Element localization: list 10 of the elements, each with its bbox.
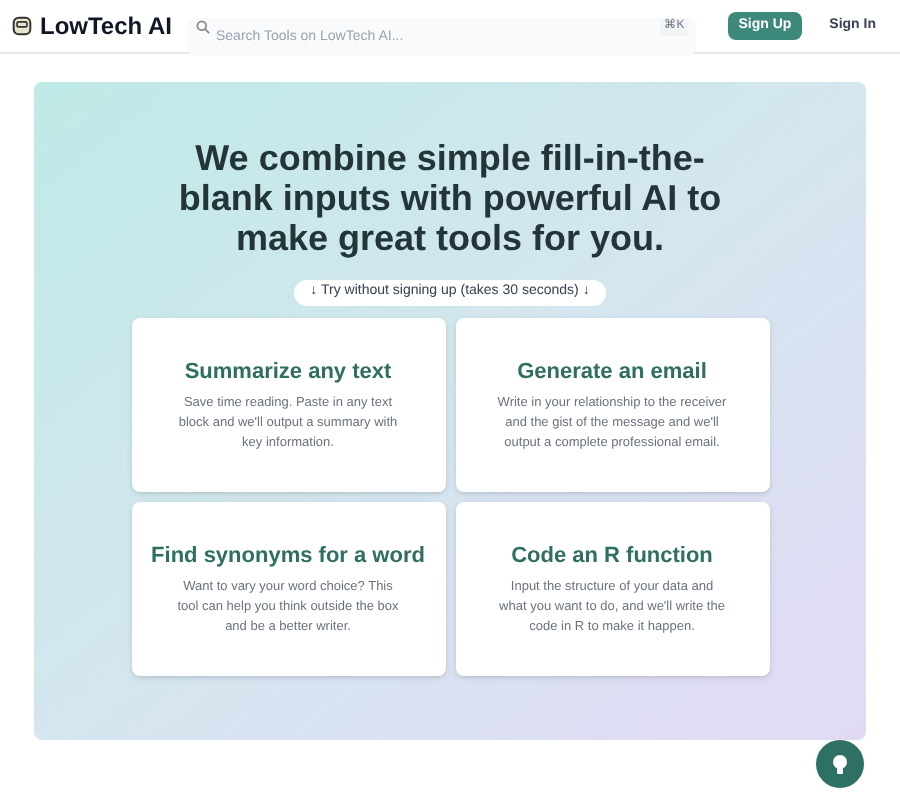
tool-title: Find synonyms for a word [151,541,425,572]
logo-icon [12,14,32,38]
hero-headline: We combine simple fill-in-the-blank inputs with powerful AI to make great tools for you. [176,138,724,258]
tool-title: Code an R function [511,541,713,572]
search-icon [196,19,210,33]
logo-text[interactable]: LowTech AI [40,8,172,44]
help-button[interactable] [816,740,864,788]
tool-title: Generate an email [517,357,707,388]
tool-title: Summarize any text [184,357,392,388]
lightbulb-icon [832,753,848,775]
